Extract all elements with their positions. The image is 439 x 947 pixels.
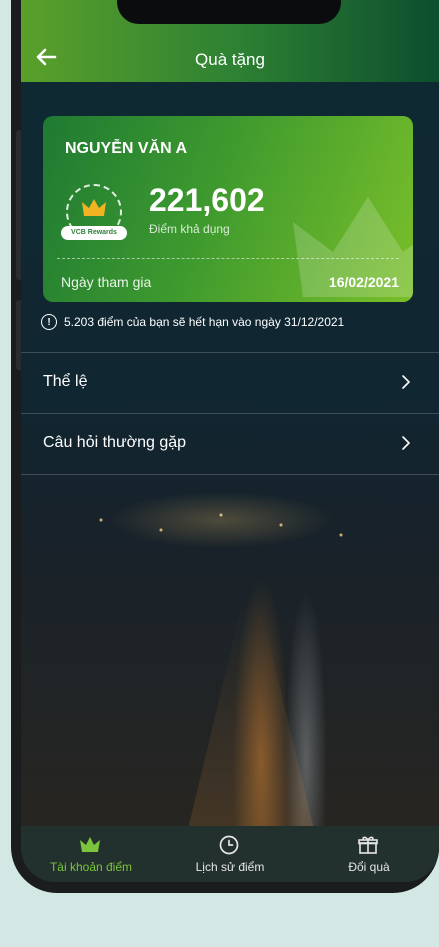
badge-label: VCB Rewards (61, 226, 127, 240)
join-date-value: 16/02/2021 (328, 274, 399, 290)
menu-item-faq[interactable]: Câu hỏi thường gặp (21, 413, 439, 475)
city-lights (81, 490, 381, 560)
clock-icon (219, 835, 239, 855)
tab-label: Lịch sử điểm (195, 860, 265, 874)
camera-notch (117, 0, 341, 24)
vcb-rewards-badge: VCB Rewards (61, 184, 127, 250)
top-header: Quà tặng (21, 0, 439, 82)
points-value: 221,602 (149, 182, 265, 218)
tab-points-history[interactable]: Lịch sử điểm (160, 826, 300, 882)
points-label: Điểm khả dụng (149, 222, 230, 236)
page-title: Quà tặng (195, 50, 265, 69)
tab-points-account[interactable]: Tài khoản điểm (21, 826, 161, 882)
menu-item-label: Câu hỏi thường gặp (43, 434, 187, 451)
info-icon: ! (41, 314, 57, 330)
card-holder-name: NGUYỄN VĂN A (65, 140, 188, 157)
crown-icon (80, 837, 100, 852)
app-screen: Quà tặng NGUYỄN VĂN A VCB Rewards 221,60… (21, 0, 439, 882)
chevron-right-icon (402, 436, 410, 450)
menu-item-label: Thể lệ (43, 373, 88, 390)
card-divider (57, 258, 399, 259)
crown-icon (82, 199, 106, 216)
rewards-card: NGUYỄN VĂN A VCB Rewards 221,602 Điểm kh… (43, 116, 413, 302)
chevron-right-icon (402, 375, 410, 389)
bottom-tab-bar: Tài khoản điểm Lịch sử điểm Đổi quà (21, 826, 439, 882)
tab-label: Tài khoản điểm (49, 860, 133, 874)
tab-redeem-gifts[interactable]: Đổi quà (299, 826, 439, 882)
tab-label: Đổi quà (348, 860, 390, 874)
expiry-notice-text: 5.203 điểm của bạn sẽ hết hạn vào ngày 3… (64, 315, 345, 329)
join-date-label: Ngày tham gia (61, 274, 152, 290)
menu-item-rules[interactable]: Thể lệ (21, 352, 439, 413)
expiry-notice: ! 5.203 điểm của bạn sẽ hết hạn vào ngày… (41, 314, 344, 330)
gift-icon (358, 836, 378, 854)
